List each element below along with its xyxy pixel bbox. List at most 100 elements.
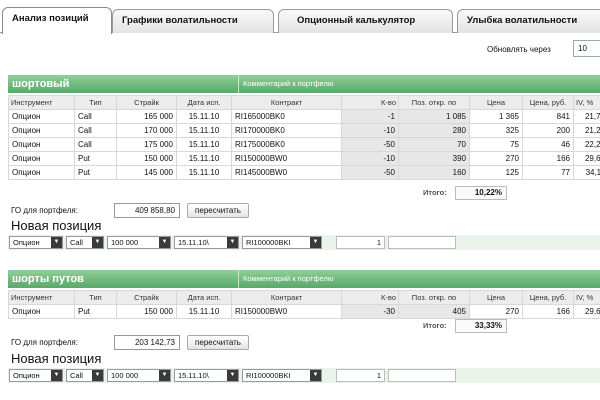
table-cell: 270: [469, 304, 523, 319]
table-cell: Put: [74, 165, 117, 180]
col-header: Контракт: [231, 95, 342, 110]
table-cell: Опцион: [8, 304, 75, 319]
tab-volatility-smile[interactable]: Улыбка волатильности: [457, 9, 600, 33]
table-cell: 145 000: [116, 165, 177, 180]
recalculate-button[interactable]: пересчитать: [187, 335, 249, 350]
portfolio-comment-field[interactable]: Комментарий к портфелю: [238, 270, 600, 288]
table-cell: 29,69: [573, 304, 600, 319]
strike-select[interactable]: 100 000 ▼: [107, 236, 171, 249]
col-header: Цена: [469, 95, 523, 110]
table-cell[interactable]: 160: [398, 165, 470, 180]
table-cell: 150 000: [116, 304, 177, 319]
table-cell: 841: [522, 109, 574, 124]
table-row[interactable]: Опцион Put 145 000 15.11.10 RI145000BW0 -50 16…: [8, 165, 600, 180]
table-cell[interactable]: 1 085: [398, 109, 470, 124]
table-cell: 29,69: [573, 151, 600, 166]
table-cell: 165 000: [116, 109, 177, 124]
tab-bar: Анализ позиций Графики волатильности Опц…: [0, 0, 600, 34]
table-cell: 77: [522, 165, 574, 180]
table-cell: RI145000BW0: [231, 165, 342, 180]
strike-select[interactable]: 100 000 ▼: [107, 369, 171, 382]
col-header: Страйк: [116, 95, 177, 110]
total-row: Итого: 33,33%: [8, 319, 600, 333]
col-header: К-во: [341, 290, 399, 305]
table-cell: 166: [522, 304, 574, 319]
total-row: Итого: 10,22%: [8, 186, 600, 200]
chevron-down-icon: ▼: [159, 370, 170, 381]
table-cell[interactable]: -10: [341, 123, 399, 138]
table-cell[interactable]: 70: [398, 137, 470, 152]
date-select[interactable]: 15.11.10\ ▼: [174, 369, 239, 382]
table-cell: 15.11.10: [176, 151, 232, 166]
table-row[interactable]: Опцион Call 170 000 15.11.10 RI170000BK0 -10 2…: [8, 123, 600, 138]
open-price-input[interactable]: [388, 236, 456, 249]
instrument-select[interactable]: Опцион ▼: [9, 236, 63, 249]
table-cell[interactable]: -10: [341, 151, 399, 166]
col-header: Инструмент: [8, 290, 75, 305]
table-cell: 1 365: [469, 109, 523, 124]
refresh-label: Обновлять через: [487, 45, 551, 54]
total-label: Итого:: [423, 321, 447, 330]
table-cell: Опцион: [8, 165, 75, 180]
table-cell: Опцион: [8, 151, 75, 166]
positions-table: Инструмент Тип Страйк Дата исп. Контракт…: [8, 95, 600, 180]
portfolio-title[interactable]: шорты путов: [12, 271, 84, 287]
portfolio-comment-field[interactable]: Комментарий к портфелю: [238, 75, 600, 93]
table-row[interactable]: Опцион Call 165 000 15.11.10 RI165000BK0 -1 1 …: [8, 109, 600, 124]
table-cell[interactable]: -50: [341, 165, 399, 180]
table-row[interactable]: Опцион Call 175 000 15.11.10 RI175000BK0 -50 7…: [8, 137, 600, 152]
col-header: IV, %: [573, 290, 600, 305]
total-value: 10,22%: [455, 186, 507, 200]
table-cell: 200: [522, 123, 574, 138]
portfolio-panel-short: шортовый Комментарий к портфелю Инструме…: [8, 75, 600, 255]
table-cell[interactable]: -50: [341, 137, 399, 152]
margin-value: 203 142,73: [114, 335, 180, 350]
margin-label: ГО для портфеля:: [11, 206, 78, 215]
contract-select[interactable]: RI100000BKI ▼: [242, 236, 322, 249]
table-cell[interactable]: 405: [398, 304, 470, 319]
table-cell: 75: [469, 137, 523, 152]
type-select[interactable]: Call ▼: [66, 369, 104, 382]
tab-volatility-charts[interactable]: Графики волатильности: [112, 9, 274, 33]
positions-table: Инструмент Тип Страйк Дата исп. Контракт…: [8, 290, 600, 319]
table-cell[interactable]: 280: [398, 123, 470, 138]
table-cell[interactable]: 390: [398, 151, 470, 166]
col-header: Дата исп.: [176, 290, 232, 305]
table-cell[interactable]: -30: [341, 304, 399, 319]
col-header: Поз. откр. по: [398, 95, 470, 110]
table-row[interactable]: Опцион Put 150 000 15.11.10 RI150000BW0 -30 40…: [8, 304, 600, 319]
tab-position-analysis[interactable]: Анализ позиций: [2, 7, 112, 34]
table-cell: Call: [74, 137, 117, 152]
refresh-interval-select[interactable]: 10: [573, 40, 600, 57]
chevron-down-icon: ▼: [51, 237, 62, 248]
contract-select[interactable]: RI100000BKI ▼: [242, 369, 322, 382]
table-row[interactable]: Опцион Put 150 000 15.11.10 RI150000BW0 -10 39…: [8, 151, 600, 166]
table-cell: 22,26: [573, 137, 600, 152]
new-position-row: Опцион ▼ Call ▼ 100 000 ▼ 15.11.10\ ▼ RI1000…: [8, 368, 600, 383]
table-cell: 21,71: [573, 109, 600, 124]
table-cell: Put: [74, 304, 117, 319]
quantity-input[interactable]: 1: [336, 369, 385, 382]
table-cell: 170 000: [116, 123, 177, 138]
col-header: Инструмент: [8, 95, 75, 110]
recalculate-button[interactable]: пересчитать: [187, 203, 249, 218]
table-cell[interactable]: -1: [341, 109, 399, 124]
type-select[interactable]: Call ▼: [66, 236, 104, 249]
open-price-input[interactable]: [388, 369, 456, 382]
table-cell: Опцион: [8, 123, 75, 138]
table-cell: 15.11.10: [176, 109, 232, 124]
chevron-down-icon: ▼: [227, 370, 238, 381]
table-cell: 325: [469, 123, 523, 138]
new-position-title: Новая позиция: [11, 351, 102, 366]
portfolio-title[interactable]: шортовый: [12, 76, 69, 92]
date-select[interactable]: 15.11.10\ ▼: [174, 236, 239, 249]
table-cell: 15.11.10: [176, 304, 232, 319]
instrument-select[interactable]: Опцион ▼: [9, 369, 63, 382]
table-cell: RI150000BW0: [231, 304, 342, 319]
chevron-down-icon: ▼: [92, 370, 103, 381]
col-header: Контракт: [231, 290, 342, 305]
chevron-down-icon: ▼: [310, 237, 321, 248]
col-header: Тип: [74, 95, 117, 110]
quantity-input[interactable]: 1: [336, 236, 385, 249]
tab-option-calculator[interactable]: Опционный калькулятор: [278, 9, 453, 33]
